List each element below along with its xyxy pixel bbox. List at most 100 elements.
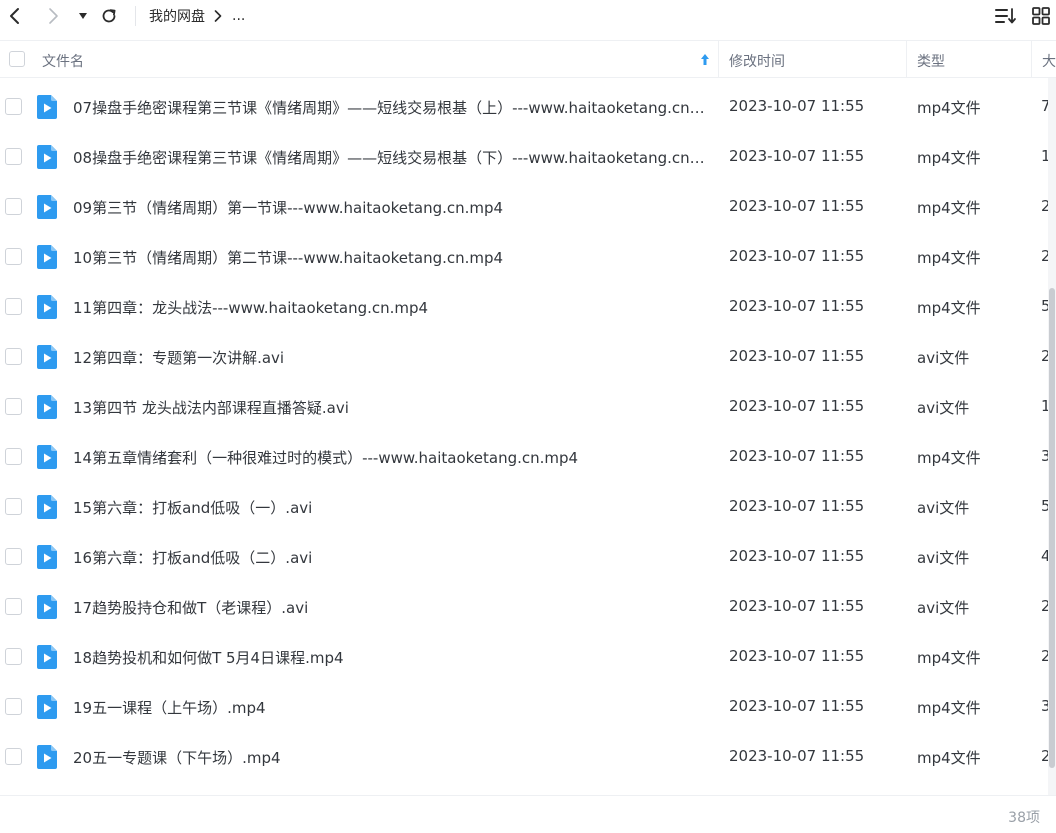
video-file-icon xyxy=(37,395,57,419)
file-name[interactable]: 07操盘手绝密课程第三节课《情绪周期》——短线交易根基（上）---www.hai… xyxy=(73,97,709,118)
column-divider[interactable] xyxy=(1031,41,1032,78)
file-name[interactable]: 14第五章情绪套利（一种很难过时的模式）---www.haitaoketang.… xyxy=(73,447,709,468)
row-checkbox[interactable] xyxy=(5,448,22,465)
file-type: mp4文件 xyxy=(917,649,981,667)
file-size: 4 xyxy=(1041,547,1048,565)
file-name[interactable]: 09第三节（情绪周期）第一节课---www.haitaoketang.cn.mp… xyxy=(73,197,709,218)
breadcrumb-more[interactable]: ... xyxy=(232,8,245,24)
file-row[interactable]: 10第三节（情绪周期）第二节课---www.haitaoketang.cn.mp… xyxy=(0,232,1048,282)
file-row[interactable] xyxy=(0,782,1048,795)
file-type: mp4文件 xyxy=(917,99,981,117)
file-name[interactable]: 17趋势股持仓和做T（老课程）.avi xyxy=(73,597,709,618)
row-checkbox[interactable] xyxy=(5,598,22,615)
file-size: 5 xyxy=(1041,297,1048,315)
row-checkbox[interactable] xyxy=(5,298,22,315)
file-row[interactable]: 12第四章：专题第一次讲解.avi 2023-10-07 11:55 avi文件 2 xyxy=(0,332,1048,382)
file-row[interactable]: 14第五章情绪套利（一种很难过时的模式）---www.haitaoketang.… xyxy=(0,432,1048,482)
file-name[interactable]: 12第四章：专题第一次讲解.avi xyxy=(73,347,709,368)
file-row[interactable]: 20五一专题课（下午场）.mp4 2023-10-07 11:55 mp4文件 2 xyxy=(0,732,1048,782)
file-name[interactable]: 10第三节（情绪周期）第二节课---www.haitaoketang.cn.mp… xyxy=(73,247,709,268)
caret-down-icon xyxy=(79,13,87,19)
file-type: mp4文件 xyxy=(917,749,981,767)
file-size: 5 xyxy=(1041,497,1048,515)
modified-time: 2023-10-07 11:55 xyxy=(729,547,865,565)
file-row[interactable]: 15第六章：打板and低吸（一）.avi 2023-10-07 11:55 avi文… xyxy=(0,482,1048,532)
forward-button[interactable] xyxy=(42,4,64,28)
file-row[interactable]: 07操盘手绝密课程第三节课《情绪周期》——短线交易根基（上）---www.hai… xyxy=(0,82,1048,132)
grid-view-button[interactable] xyxy=(1029,5,1053,27)
file-row[interactable]: 16第六章：打板and低吸（二）.avi 2023-10-07 11:55 avi文… xyxy=(0,532,1048,582)
row-checkbox[interactable] xyxy=(5,248,22,265)
file-row[interactable]: 18趋势投机和如何做T 5月4日课程.mp4 2023-10-07 11:55 mp… xyxy=(0,632,1048,682)
modified-time: 2023-10-07 11:55 xyxy=(729,597,865,615)
history-dropdown-button[interactable] xyxy=(74,4,92,28)
video-file-icon xyxy=(37,195,57,219)
column-modified-header[interactable]: 修改时间 xyxy=(729,51,785,71)
vertical-scrollbar[interactable] xyxy=(1048,78,1056,795)
file-row[interactable]: 17趋势股持仓和做T（老课程）.avi 2023-10-07 11:55 avi文件… xyxy=(0,582,1048,632)
video-file-icon xyxy=(37,345,57,369)
column-size-header[interactable]: 大小 xyxy=(1042,51,1056,71)
row-checkbox[interactable] xyxy=(5,748,22,765)
modified-time: 2023-10-07 11:55 xyxy=(729,397,865,415)
file-type: mp4文件 xyxy=(917,249,981,267)
arrow-up-icon[interactable] xyxy=(698,51,712,67)
file-row[interactable]: 13第四节 龙头战法内部课程直播答疑.avi 2023-10-07 11:55 av… xyxy=(0,382,1048,432)
file-row[interactable]: 09第三节（情绪周期）第一节课---www.haitaoketang.cn.mp… xyxy=(0,182,1048,232)
column-name-header[interactable]: 文件名 xyxy=(42,51,84,71)
file-name[interactable]: 20五一专题课（下午场）.mp4 xyxy=(73,747,709,768)
file-name[interactable]: 08操盘手绝密课程第三节课《情绪周期》——短线交易根基（下）---www.hai… xyxy=(73,147,709,168)
file-row[interactable]: 11第四章：龙头战法---www.haitaoketang.cn.mp4 2023… xyxy=(0,282,1048,332)
row-checkbox[interactable] xyxy=(5,198,22,215)
row-checkbox[interactable] xyxy=(5,398,22,415)
scrollbar-thumb[interactable] xyxy=(1049,288,1055,768)
file-type: mp4文件 xyxy=(917,299,981,317)
row-checkbox[interactable] xyxy=(5,98,22,115)
row-checkbox[interactable] xyxy=(5,348,22,365)
file-type: avi文件 xyxy=(917,399,970,417)
modified-time: 2023-10-07 11:55 xyxy=(729,347,865,365)
file-name[interactable]: 18趋势投机和如何做T 5月4日课程.mp4 xyxy=(73,647,709,668)
breadcrumb-root[interactable]: 我的网盘 xyxy=(149,6,205,26)
modified-time: 2023-10-07 11:55 xyxy=(729,647,865,665)
file-name[interactable]: 13第四节 龙头战法内部课程直播答疑.avi xyxy=(73,397,709,418)
modified-time: 2023-10-07 11:55 xyxy=(729,497,865,515)
row-checkbox[interactable] xyxy=(5,648,22,665)
file-name[interactable]: 15第六章：打板and低吸（一）.avi xyxy=(73,497,709,518)
sort-list-icon xyxy=(995,8,1016,24)
modified-time: 2023-10-07 11:55 xyxy=(729,97,865,115)
file-name[interactable]: 11第四章：龙头战法---www.haitaoketang.cn.mp4 xyxy=(73,297,709,318)
file-row[interactable]: 08操盘手绝密课程第三节课《情绪周期》——短线交易根基（下）---www.hai… xyxy=(0,132,1048,182)
toolbar-divider xyxy=(135,6,136,26)
column-divider[interactable] xyxy=(718,41,719,78)
refresh-button[interactable] xyxy=(98,4,120,28)
sort-button[interactable] xyxy=(994,5,1018,27)
video-file-icon xyxy=(37,745,57,769)
breadcrumb: 我的网盘 ... xyxy=(149,5,245,27)
file-size: 3 xyxy=(1041,447,1048,465)
column-divider[interactable] xyxy=(906,41,907,78)
breadcrumb-separator-icon xyxy=(214,10,222,22)
file-name[interactable]: 19五一课程（上午场）.mp4 xyxy=(73,697,709,718)
file-name[interactable]: 16第六章：打板and低吸（二）.avi xyxy=(73,547,709,568)
toolbar: 我的网盘 ... xyxy=(0,0,1056,32)
item-count: 38项 xyxy=(1008,810,1040,826)
video-file-icon xyxy=(37,145,57,169)
modified-time: 2023-10-07 11:55 xyxy=(729,197,865,215)
video-file-icon xyxy=(37,695,57,719)
file-list: 07操盘手绝密课程第三节课《情绪周期》——短线交易根基（上）---www.hai… xyxy=(0,82,1048,795)
row-checkbox[interactable] xyxy=(5,148,22,165)
back-button[interactable] xyxy=(4,4,26,28)
row-checkbox[interactable] xyxy=(5,548,22,565)
file-row[interactable]: 19五一课程（上午场）.mp4 2023-10-07 11:55 mp4文件 3 xyxy=(0,682,1048,732)
file-type: avi文件 xyxy=(917,349,970,367)
row-checkbox[interactable] xyxy=(5,698,22,715)
file-size: 2 xyxy=(1041,347,1048,365)
modified-time: 2023-10-07 11:55 xyxy=(729,447,865,465)
row-checkbox[interactable] xyxy=(5,498,22,515)
select-all-checkbox[interactable] xyxy=(9,51,25,67)
column-type-header[interactable]: 类型 xyxy=(917,51,945,71)
video-file-icon xyxy=(37,545,57,569)
file-size: 3 xyxy=(1041,697,1048,715)
modified-time: 2023-10-07 11:55 xyxy=(729,297,865,315)
